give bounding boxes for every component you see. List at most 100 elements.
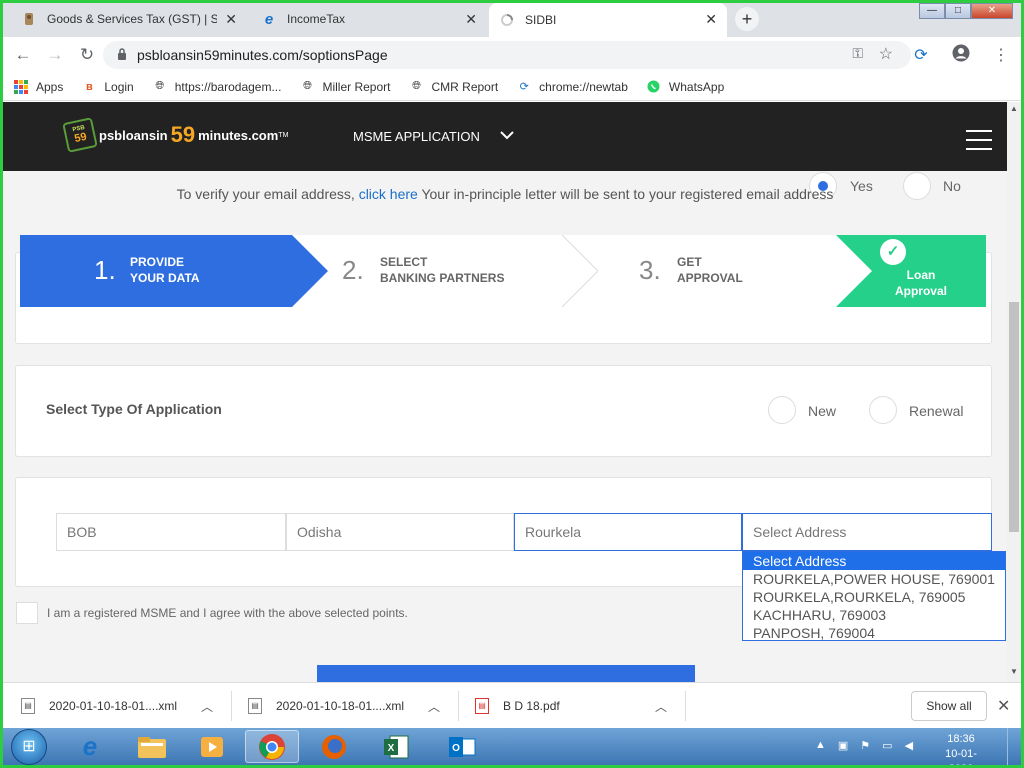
new-label: New (808, 403, 837, 419)
action-center-flag-icon[interactable]: ⚑ (860, 739, 870, 752)
address-option[interactable]: KACHHARU, 769003 (743, 606, 1005, 624)
state-select[interactable]: Odisha (286, 513, 514, 551)
scroll-down-icon[interactable]: ▼ (1007, 667, 1021, 676)
forward-icon[interactable]: → (39, 45, 71, 65)
bookmark-login[interactable]: ʙ Login (81, 79, 134, 95)
reload-icon[interactable]: ↻ (71, 45, 103, 65)
step-label-line1: SELECT (380, 255, 428, 269)
close-tab-icon[interactable]: ✕ (705, 11, 717, 28)
bookmarks-bar: Apps ʙ Login 🌐︎ https://barodagem... 🌐︎ … (3, 73, 1021, 101)
back-icon[interactable]: ← (7, 45, 39, 65)
file-explorer-icon[interactable] (125, 730, 179, 763)
step-arrow (292, 235, 328, 307)
step-label-line2: BANKING PARTNERS (380, 271, 505, 285)
chrome-icon[interactable] (245, 730, 299, 763)
step-number: 2. (342, 255, 364, 285)
internet-explorer-icon[interactable]: e (63, 730, 117, 763)
step-label-line2: APPROVAL (677, 271, 743, 285)
tab-gst[interactable]: Goods & Services Tax (GST) | Serv ✕ (11, 3, 247, 35)
chevron-up-icon[interactable]: ︿ (201, 698, 213, 715)
system-clock[interactable]: 18:36 10-01-2020 (933, 732, 989, 765)
bookmark-newtab[interactable]: ⟳ chrome://newtab (516, 79, 628, 95)
step-label: PROVIDE YOUR DATA (130, 254, 200, 286)
verify-text-after: Your in-principle letter will be sent to… (417, 186, 834, 202)
scrollbar-thumb[interactable] (1009, 302, 1019, 532)
logo-badge: PSB 59 (62, 117, 98, 153)
hamburger-menu-icon[interactable] (966, 130, 992, 157)
site-logo[interactable]: PSB 59 psbloansin 59 minutes.com TM (62, 117, 288, 153)
apps-grid-icon (13, 79, 29, 95)
agree-checkbox[interactable] (16, 602, 38, 624)
outlook-icon[interactable]: O (435, 730, 489, 763)
chevron-up-icon[interactable]: ︿ (428, 698, 440, 715)
bookmark-miller-report[interactable]: 🌐︎ Miller Report (299, 79, 390, 95)
page-scrollbar[interactable]: ▲ ▼ (1007, 102, 1021, 682)
minimize-button[interactable]: — (919, 3, 945, 19)
verify-email-notice: To verify your email address, click here… (3, 186, 1007, 202)
download-filename: 2020-01-10-18-01....xml (276, 699, 405, 713)
sync-icon[interactable]: ⟳ (901, 45, 941, 65)
download-item[interactable]: ▤ 2020-01-10-18-01....xml ︿ (248, 683, 458, 729)
show-desktop-button[interactable] (1007, 728, 1021, 765)
address-bar[interactable]: psbloansin59minutes.com/soptionsPage ⚿ ☆ (103, 41, 911, 69)
city-select[interactable]: Rourkela (514, 513, 742, 551)
bookmark-apps[interactable]: Apps (13, 79, 63, 95)
divider (685, 691, 686, 721)
show-all-button[interactable]: Show all (911, 691, 987, 721)
submit-button[interactable] (317, 665, 695, 682)
verify-email-link[interactable]: click here (359, 186, 418, 202)
download-item[interactable]: ▤ 2020-01-10-18-01....xml ︿ (21, 683, 231, 729)
address-option[interactable]: PANPOSH, 769004 (743, 624, 1005, 642)
step-label: GET APPROVAL (677, 254, 743, 286)
chevron-down-icon[interactable] (500, 127, 514, 143)
renewal-radio[interactable] (869, 396, 897, 424)
address-option[interactable]: ROURKELA,ROURKELA, 769005 (743, 588, 1005, 606)
tab-incometax[interactable]: e IncomeTax ✕ (251, 3, 487, 35)
clock-time: 18:36 (947, 733, 975, 745)
bookmark-cmr-report[interactable]: 🌐︎ CMR Report (408, 79, 498, 95)
chevron-up-icon[interactable]: ︿ (655, 698, 667, 715)
step-label: SELECT BANKING PARTNERS (380, 254, 504, 286)
toolbar-icons: ⟳ ⋮ (901, 37, 1021, 73)
bookmark-star-icon[interactable]: ☆ (879, 44, 893, 64)
maximize-button[interactable]: □ (945, 3, 971, 19)
scroll-up-icon[interactable]: ▲ (1007, 104, 1021, 113)
step-provide-data: 1. PROVIDE YOUR DATA (20, 235, 292, 307)
globe-icon: 🌐︎ (155, 80, 165, 92)
bookmark-label: https://barodagem... (174, 79, 282, 94)
svg-text:X: X (388, 743, 395, 754)
tab-label: Goods & Services Tax (GST) | Serv (47, 12, 217, 26)
new-tab-button[interactable]: + (735, 7, 759, 31)
download-item[interactable]: ▤ B D 18.pdf ︿ (475, 683, 685, 729)
address-option[interactable]: ROURKELA,POWER HOUSE, 769001 (743, 570, 1005, 588)
bank-select[interactable]: BOB (56, 513, 286, 551)
close-icon[interactable]: ✕ (997, 696, 1010, 716)
media-player-icon[interactable] (185, 730, 239, 763)
volume-icon[interactable]: ◀ (905, 739, 913, 752)
bookmark-barodagem[interactable]: 🌐︎ https://barodagem... (152, 79, 282, 95)
step-label-line1: Loan (906, 268, 936, 282)
file-icon: ▤ (21, 698, 35, 714)
step-number: 3. (639, 255, 661, 285)
key-icon[interactable]: ⚿ (852, 45, 863, 62)
address-option[interactable]: Select Address (743, 552, 1005, 570)
step-number: 1. (94, 255, 116, 285)
menu-kebab-icon[interactable]: ⋮ (981, 45, 1021, 65)
tab-sidbi[interactable]: SIDBI ✕ (489, 3, 727, 37)
bookmark-whatsapp[interactable]: WhatsApp (646, 79, 724, 95)
agree-text: I am a registered MSME and I agree with … (47, 606, 408, 620)
address-select[interactable]: Select Address (742, 513, 992, 551)
new-radio[interactable] (768, 396, 796, 424)
tray-expand-icon[interactable]: ▲ (815, 739, 826, 752)
close-tab-icon[interactable]: ✕ (465, 11, 477, 28)
close-window-button[interactable]: ✕ (971, 3, 1013, 19)
firefox-icon[interactable] (307, 730, 361, 763)
start-button[interactable]: ⊞ (11, 729, 47, 765)
close-tab-icon[interactable]: ✕ (225, 11, 237, 28)
progress-stepper: 1. PROVIDE YOUR DATA 2. SELECT BANKING P… (20, 235, 986, 307)
excel-icon[interactable]: X (369, 730, 423, 763)
tray-app-icon[interactable]: ▣ (838, 739, 848, 752)
msme-application-menu[interactable]: MSME APPLICATION (353, 129, 480, 144)
network-icon[interactable]: ▭ (882, 739, 892, 752)
profile-icon[interactable] (941, 44, 981, 67)
